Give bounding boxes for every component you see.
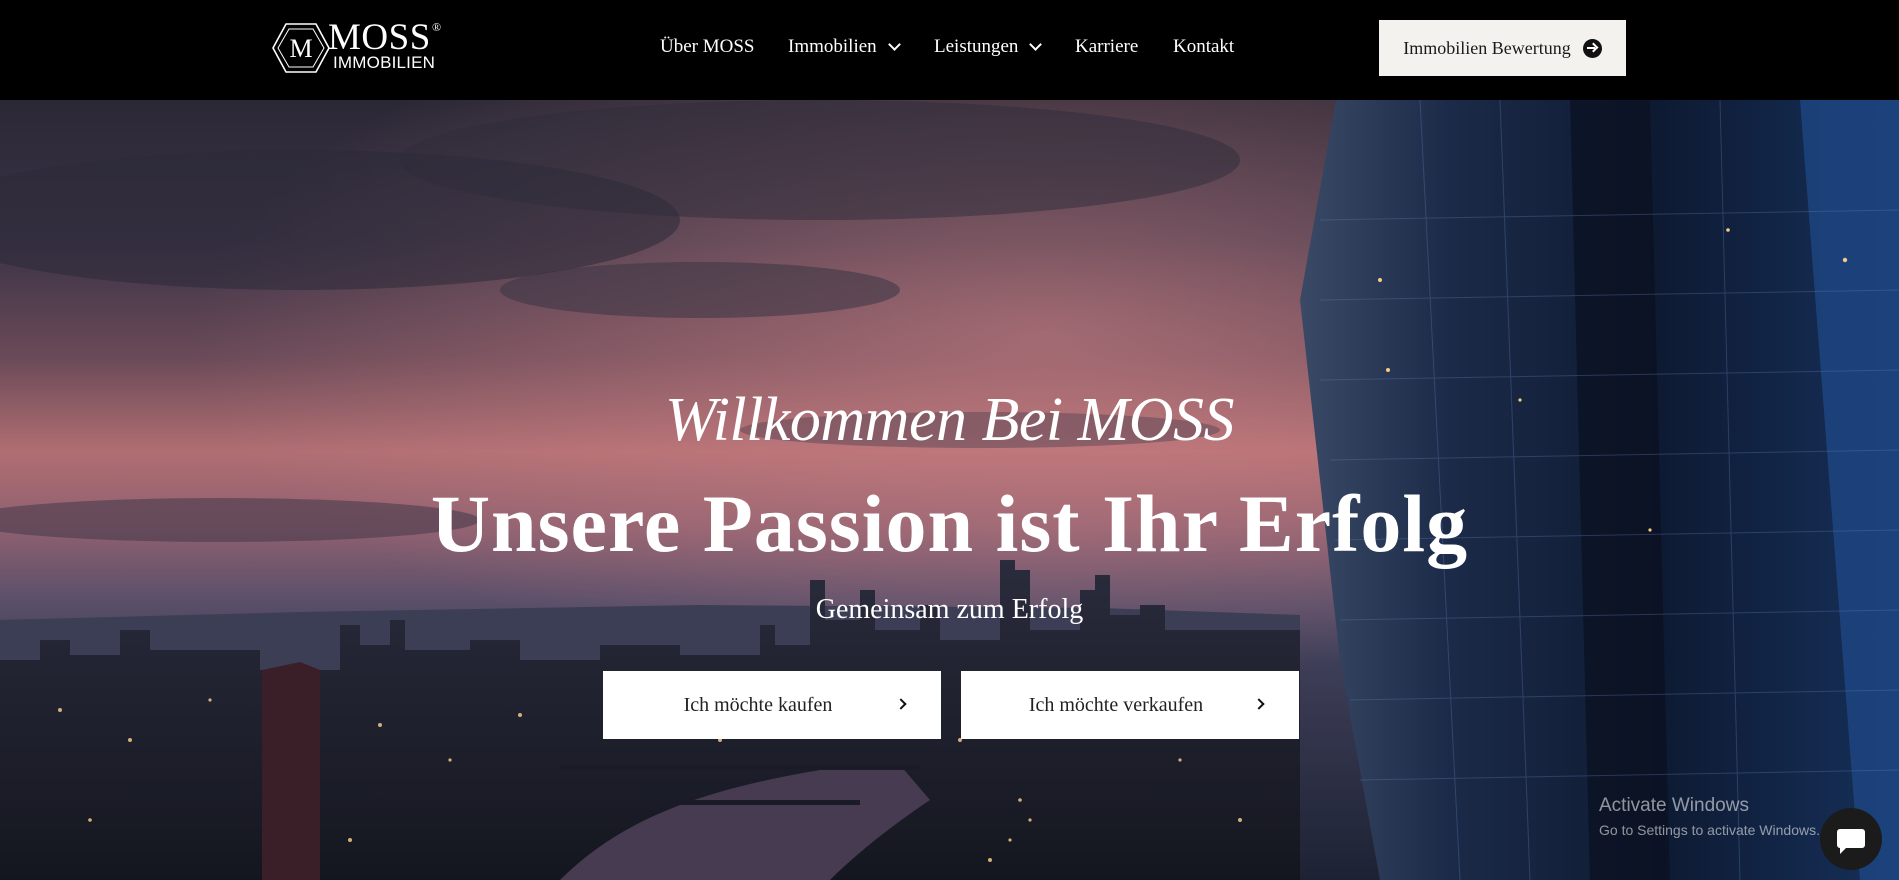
hero-kicker: Willkommen Bei MOSS [664,386,1235,454]
sell-button[interactable]: Ich möchte verkaufen [961,671,1299,739]
chevron-down-icon [1029,38,1043,51]
logo-registered-mark: ® [432,20,442,34]
buy-button[interactable]: Ich möchte kaufen [603,671,941,739]
nav-item-label: Über MOSS [660,36,755,57]
immobilien-bewertung-button[interactable]: Immobilien Bewertung [1379,20,1626,76]
sell-button-label: Ich möchte verkaufen [1028,693,1204,716]
logo-wordmark: MOSS [328,17,431,58]
logo-hexagon-icon: M [272,23,330,73]
watermark-subtitle: Go to Settings to activate Windows. [1599,822,1820,838]
arrow-circle-right-icon [1582,38,1602,58]
site-header: M MOSS ® IMMOBILIEN Über MOSS Immobilien… [0,0,1899,100]
nav-item-karriere[interactable]: Karriere [1075,32,1138,62]
chat-widget-button[interactable] [1820,808,1882,870]
watermark-title: Activate Windows [1599,795,1749,816]
hero-section: Willkommen Bei MOSS Unsere Passion ist I… [0,100,1899,880]
chat-bubble-icon [1837,829,1865,854]
nav-item-label: Leistungen [934,36,1019,57]
buy-button-label: Ich möchte kaufen [683,693,833,716]
nav-item-leistungen[interactable]: Leistungen [934,32,1043,62]
chevron-down-icon [887,38,901,51]
activate-windows-watermark: Activate Windows Go to Settings to activ… [1599,795,1820,839]
moss-logo[interactable]: M MOSS ® IMMOBILIEN [272,17,447,73]
nav-item-ueber-moss[interactable]: Über MOSS [660,32,754,62]
logo-subtitle: IMMOBILIEN [333,53,436,72]
logo-letter: M [289,34,312,63]
cta-label: Immobilien Bewertung [1403,37,1571,58]
nav-item-label: Kontakt [1173,36,1235,57]
hero-headline: Unsere Passion ist Ihr Erfolg [430,478,1469,569]
hero-subline: Gemeinsam zum Erfolg [815,594,1084,625]
nav-item-label: Karriere [1075,36,1139,57]
nav-item-label: Immobilien [788,36,877,57]
nav-item-immobilien[interactable]: Immobilien [788,32,901,62]
nav-item-kontakt[interactable]: Kontakt [1173,32,1234,62]
